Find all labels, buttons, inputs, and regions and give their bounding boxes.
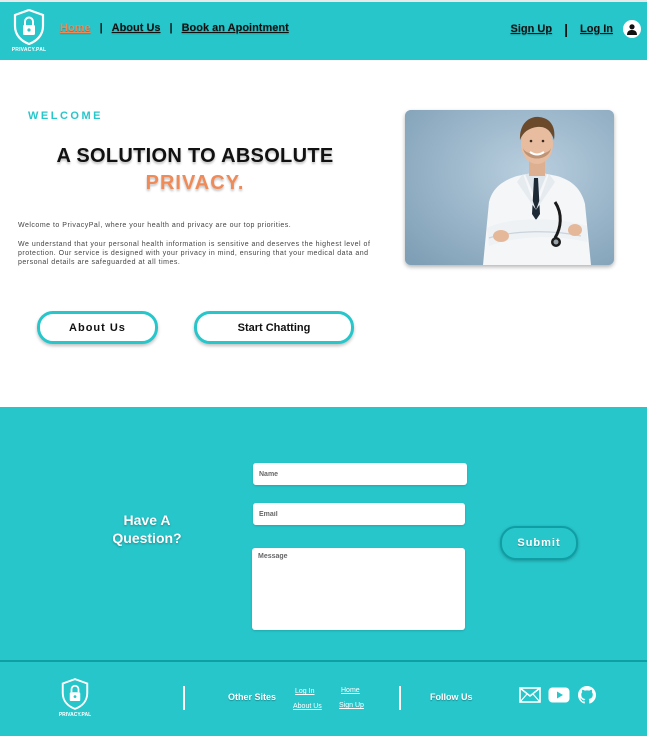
- footer-log-in-link[interactable]: Log In: [295, 688, 314, 695]
- name-input[interactable]: [253, 463, 467, 485]
- doctor-illustration: [405, 110, 614, 265]
- email-input[interactable]: [253, 503, 465, 525]
- nav-book-appointment-link[interactable]: Book an Apointment: [182, 22, 289, 34]
- welcome-eyebrow: WELCOME: [28, 110, 103, 122]
- footer-divider: [399, 686, 401, 710]
- play-glyph: [548, 687, 570, 703]
- footer-brand-name: PRIVACY.PAL: [58, 712, 92, 718]
- hero-headline-line2: PRIVACY.: [145, 172, 245, 194]
- nav-about-link[interactable]: About Us: [112, 22, 161, 34]
- footer-logo[interactable]: PRIVACY.PAL: [57, 678, 93, 718]
- nav-separator: |: [99, 22, 103, 34]
- hero-body-text: We understand that your personal health …: [18, 241, 371, 266]
- shield-lock-icon: [13, 9, 45, 45]
- nav-separator: |: [169, 22, 173, 34]
- nav-home-link[interactable]: Home: [60, 22, 91, 34]
- page: PRIVACY.PAL Home | About Us | Book an Ap…: [0, 0, 647, 736]
- header-brand-name: PRIVACY.PAL: [11, 47, 47, 53]
- header-logo[interactable]: PRIVACY.PAL: [9, 9, 49, 53]
- log-in-link[interactable]: Log In: [580, 23, 613, 35]
- footer-home-link[interactable]: Home: [341, 687, 360, 694]
- submit-button[interactable]: Submit: [500, 526, 578, 560]
- auth-separator: |: [564, 21, 568, 37]
- youtube-icon[interactable]: [548, 687, 570, 703]
- person-icon: [627, 24, 637, 35]
- footer-divider: [183, 686, 185, 710]
- sign-up-link[interactable]: Sign Up: [511, 23, 553, 35]
- hero-headline-line1: A SOLUTION TO ABSOLUTE: [56, 145, 334, 167]
- shield-lock-icon: [61, 678, 89, 710]
- message-textarea[interactable]: [252, 548, 465, 630]
- question-section: Have A Question? Submit: [0, 407, 647, 660]
- top-header: PRIVACY.PAL Home | About Us | Book an Ap…: [0, 0, 647, 60]
- doctor-photo: [405, 110, 614, 265]
- github-icon[interactable]: [578, 686, 596, 704]
- other-sites-heading: Other Sites: [228, 692, 277, 702]
- follow-us-heading: Follow Us: [430, 692, 473, 702]
- about-us-button[interactable]: About Us: [37, 311, 158, 344]
- question-title: Have A Question?: [112, 512, 182, 546]
- start-chatting-button[interactable]: Start Chatting: [194, 311, 354, 344]
- footer-sign-up-link[interactable]: Sign Up: [339, 702, 364, 709]
- envelope-glyph: [519, 687, 541, 703]
- hero-intro-text: Welcome to PrivacyPal, where your health…: [18, 222, 292, 229]
- main-nav: Home | About Us | Book an Apointment: [60, 22, 289, 34]
- user-account-icon[interactable]: [623, 20, 641, 38]
- site-footer: PRIVACY.PAL Other Sites Log In About Us …: [0, 660, 647, 736]
- footer-about-us-link[interactable]: About Us: [293, 703, 322, 710]
- mail-icon[interactable]: [519, 687, 541, 703]
- auth-links: Sign Up | Log In: [511, 20, 641, 38]
- octocat-glyph: [578, 686, 596, 704]
